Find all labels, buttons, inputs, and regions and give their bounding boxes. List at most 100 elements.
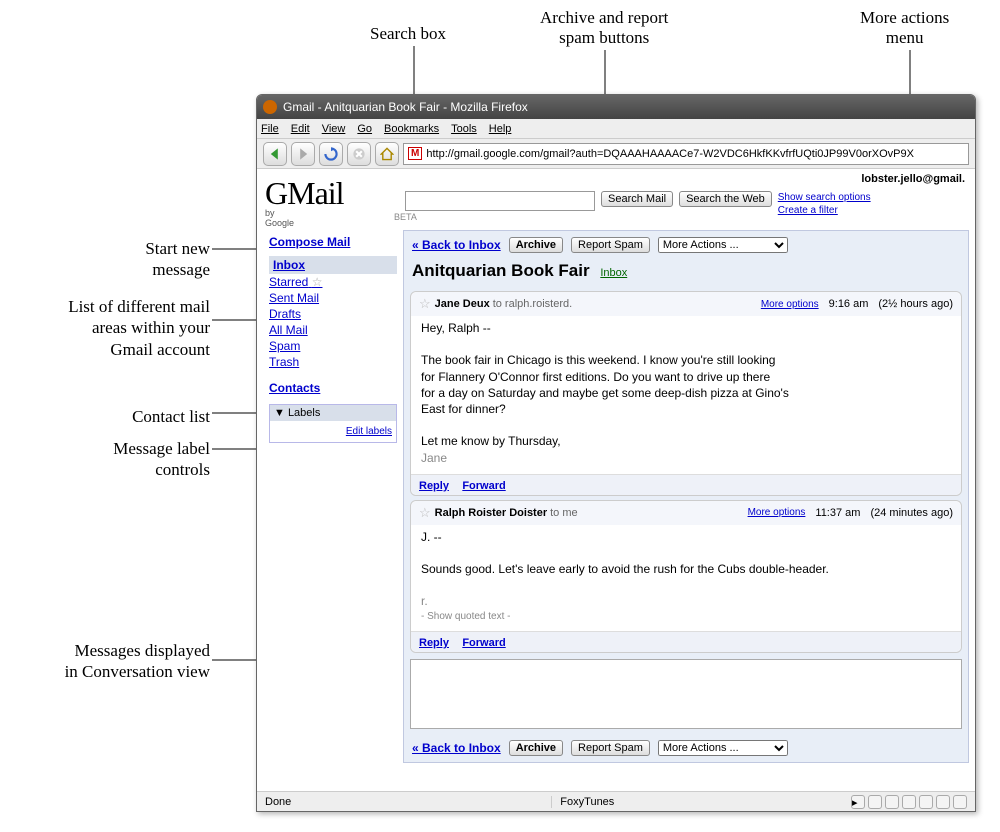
ft-btn[interactable]	[868, 795, 882, 809]
annot-convo-label: Messages displayed in Conversation view	[20, 640, 210, 683]
back-to-inbox-bottom[interactable]: « Back to Inbox	[412, 741, 501, 755]
gmail-content: lobster.jello@gmail. GMail by GoogleBETA…	[257, 169, 975, 791]
star-icon: ☆	[312, 275, 323, 289]
nav-bar: M http://gmail.google.com/gmail?auth=DQA…	[257, 139, 975, 169]
url-bar[interactable]: M http://gmail.google.com/gmail?auth=DQA…	[403, 143, 969, 165]
search-web-button[interactable]: Search the Web	[679, 191, 772, 207]
menu-go[interactable]: Go	[357, 123, 372, 135]
reload-button[interactable]	[319, 142, 343, 166]
status-bar: Done FoxyTunes ▸	[257, 791, 975, 811]
message-1-sender: Jane Deux	[435, 298, 490, 310]
menu-bar: File Edit View Go Bookmarks Tools Help	[257, 119, 975, 139]
ft-btn[interactable]	[953, 795, 967, 809]
annot-archive-label: Archive and report spam buttons	[540, 8, 668, 48]
message-1-time: 9:16 am	[829, 298, 869, 310]
url-text: http://gmail.google.com/gmail?auth=DQAAA…	[426, 148, 914, 160]
message-2-age: (24 minutes ago)	[870, 507, 953, 519]
sidebar-trash[interactable]: Trash	[269, 354, 397, 370]
create-filter-link[interactable]: Create a filter	[778, 204, 871, 217]
archive-button[interactable]: Archive	[509, 237, 563, 253]
message-1-reply[interactable]: Reply	[419, 480, 449, 492]
report-spam-button[interactable]: Report Spam	[571, 237, 650, 253]
title-bar: Gmail - Anitquarian Book Fair - Mozilla …	[257, 95, 975, 119]
sidebar-contacts[interactable]: Contacts	[269, 380, 397, 396]
message-2-header: ☆ Ralph Roister Doister to me More optio…	[411, 501, 961, 525]
menu-view[interactable]: View	[322, 123, 346, 135]
compose-mail-link[interactable]: Compose Mail	[269, 234, 397, 250]
message-2-reply[interactable]: Reply	[419, 637, 449, 649]
message-2-actions: Reply Forward	[411, 631, 961, 652]
back-to-inbox-link[interactable]: « Back to Inbox	[412, 238, 501, 252]
ft-btn[interactable]	[885, 795, 899, 809]
message-2-sender: Ralph Roister Doister	[435, 507, 547, 519]
sidebar-sent[interactable]: Sent Mail	[269, 290, 397, 306]
star-icon[interactable]: ☆	[419, 296, 431, 312]
status-text: Done	[265, 796, 291, 808]
window-title: Gmail - Anitquarian Book Fair - Mozilla …	[283, 100, 528, 114]
message-1-body: Hey, Ralph -- The book fair in Chicago i…	[411, 316, 961, 474]
report-spam-button-bottom[interactable]: Report Spam	[571, 740, 650, 756]
menu-bookmarks[interactable]: Bookmarks	[384, 123, 439, 135]
gmail-bygoogle: by Google	[265, 208, 294, 228]
message-2-to: to me	[550, 507, 578, 519]
sidebar-starred[interactable]: Starred ☆	[269, 274, 397, 290]
message-2-body: J. -- Sounds good. Let's leave early to …	[411, 525, 961, 631]
annot-contacts-label: Contact list	[60, 406, 210, 427]
back-button[interactable]	[263, 142, 287, 166]
gmail-logo-text: GMail	[265, 175, 405, 212]
message-1-to: to ralph.roisterd.	[493, 298, 572, 310]
show-quoted-text[interactable]: - Show quoted text -	[421, 610, 951, 624]
annot-folders-label: List of different mail areas within your…	[20, 296, 210, 360]
message-1-forward[interactable]: Forward	[462, 480, 505, 492]
sidebar: Compose Mail Inbox Starred ☆ Sent Mail D…	[263, 230, 403, 763]
gmail-body: Compose Mail Inbox Starred ☆ Sent Mail D…	[257, 230, 975, 763]
annot-compose-label: Start new message	[40, 238, 210, 281]
reply-textarea[interactable]	[410, 659, 962, 729]
message-1-age: (2½ hours ago)	[878, 298, 953, 310]
labels-box: ▼ Labels Edit labels	[269, 404, 397, 443]
conversation-title: Anitquarian Book Fair Inbox	[408, 255, 964, 287]
browser-window: Gmail - Anitquarian Book Fair - Mozilla …	[256, 94, 976, 812]
search-mail-button[interactable]: Search Mail	[601, 191, 673, 207]
message-2: ☆ Ralph Roister Doister to me More optio…	[410, 500, 962, 653]
message-1-header: ☆ Jane Deux to ralph.roisterd. More opti…	[411, 292, 961, 316]
annot-search-label: Search box	[370, 24, 446, 44]
message-1-more-options[interactable]: More options	[761, 299, 819, 310]
edit-labels-link[interactable]: Edit labels	[274, 425, 392, 438]
conversation-label[interactable]: Inbox	[600, 267, 627, 279]
more-actions-select[interactable]: More Actions ...	[658, 237, 788, 253]
message-2-forward[interactable]: Forward	[462, 637, 505, 649]
foxytunes-controls: ▸	[851, 795, 967, 809]
sidebar-drafts[interactable]: Drafts	[269, 306, 397, 322]
ft-btn[interactable]: ▸	[851, 795, 865, 809]
stop-button[interactable]	[347, 142, 371, 166]
message-1: ☆ Jane Deux to ralph.roisterd. More opti…	[410, 291, 962, 496]
reply-box	[410, 659, 962, 732]
menu-tools[interactable]: Tools	[451, 123, 477, 135]
message-2-more-options[interactable]: More options	[748, 507, 806, 518]
message-2-time: 11:37 am	[815, 507, 860, 519]
menu-help[interactable]: Help	[489, 123, 512, 135]
home-button[interactable]	[375, 142, 399, 166]
sidebar-all-mail[interactable]: All Mail	[269, 322, 397, 338]
ft-btn[interactable]	[902, 795, 916, 809]
main-panel: « Back to Inbox Archive Report Spam More…	[403, 230, 969, 763]
ft-btn[interactable]	[936, 795, 950, 809]
more-actions-select-bottom[interactable]: More Actions ...	[658, 740, 788, 756]
sidebar-inbox[interactable]: Inbox	[269, 256, 397, 274]
annot-labels-label: Message label controls	[60, 438, 210, 481]
search-input[interactable]	[405, 191, 595, 211]
gmail-logo: GMail by GoogleBETA	[265, 175, 405, 228]
ft-btn[interactable]	[919, 795, 933, 809]
archive-button-bottom[interactable]: Archive	[509, 740, 563, 756]
foxytunes-label: FoxyTunes	[551, 796, 614, 808]
star-icon[interactable]: ☆	[419, 505, 431, 521]
gmail-favicon-icon: M	[408, 147, 422, 160]
annot-more-label: More actions menu	[860, 8, 949, 48]
labels-header[interactable]: ▼ Labels	[270, 405, 396, 421]
forward-button[interactable]	[291, 142, 315, 166]
menu-file[interactable]: File	[261, 123, 279, 135]
sidebar-spam[interactable]: Spam	[269, 338, 397, 354]
menu-edit[interactable]: Edit	[291, 123, 310, 135]
show-search-options-link[interactable]: Show search options	[778, 191, 871, 204]
